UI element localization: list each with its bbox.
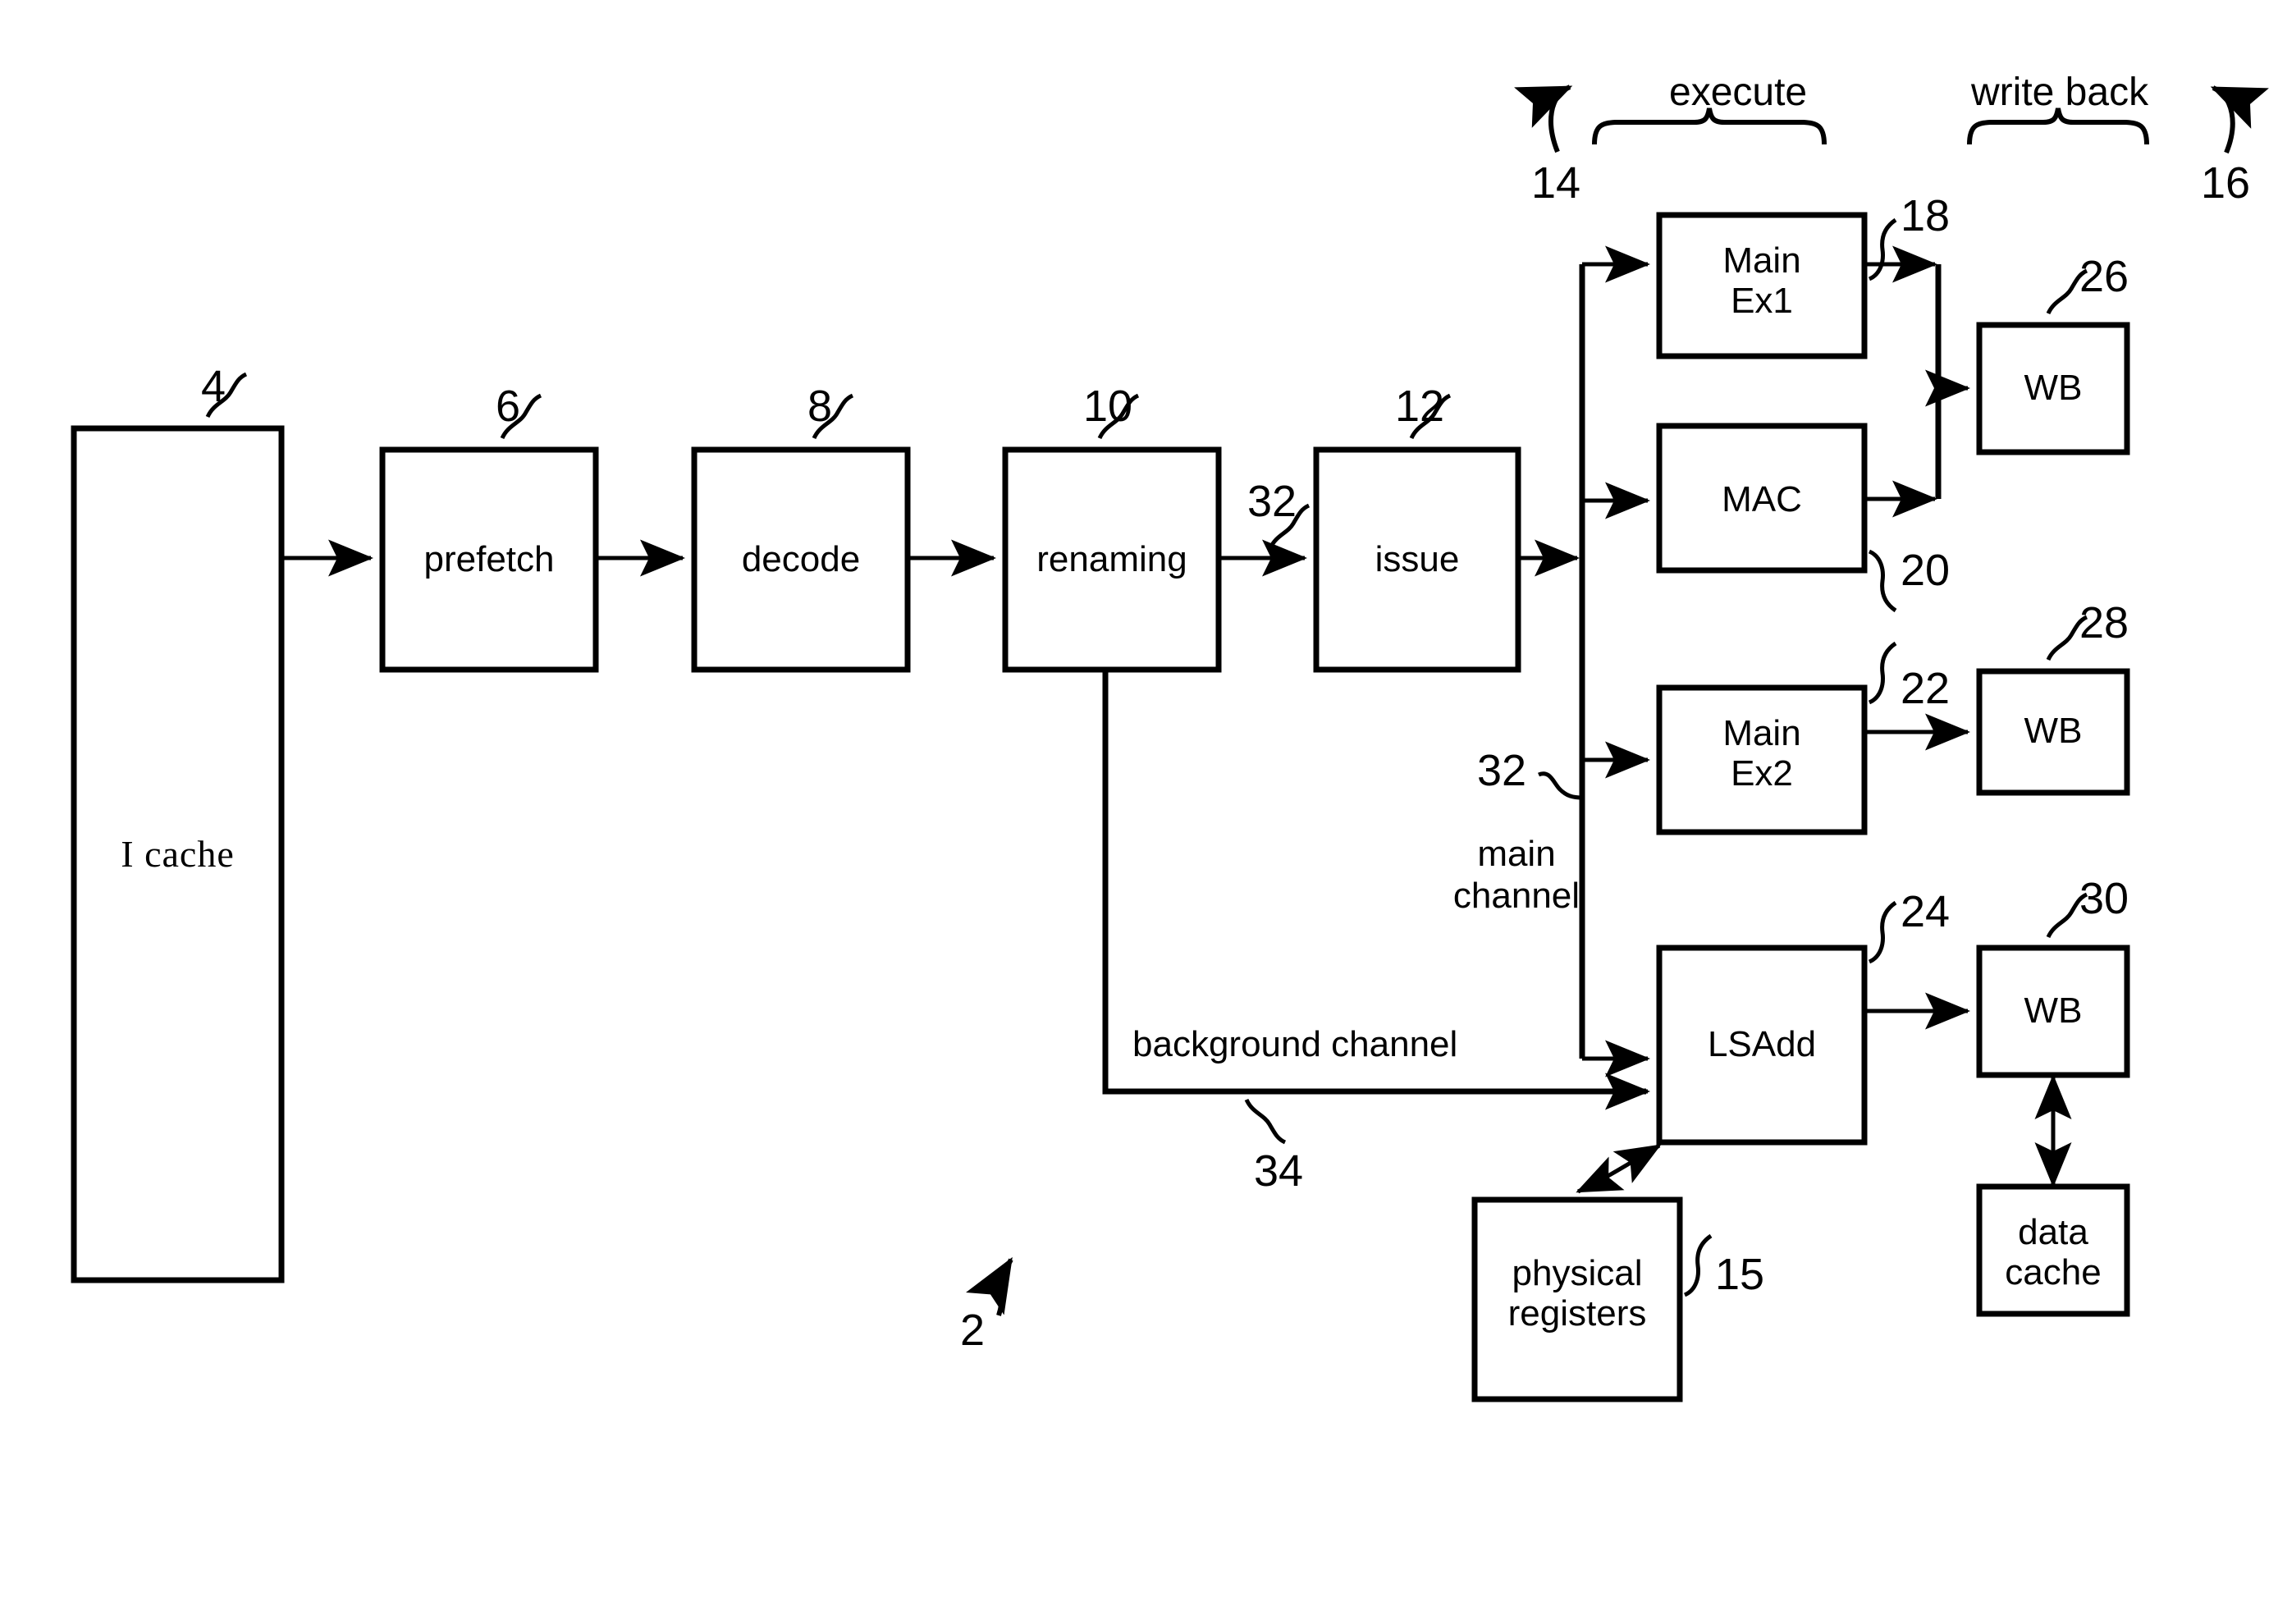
ref-numeral-32-main: 32 [1477, 746, 1527, 795]
block-rect-prefetch [379, 446, 599, 673]
ref-numeral-14: 14 [1531, 158, 1581, 208]
block-rect-icache [71, 425, 285, 1283]
leader-34 [1244, 1098, 1287, 1145]
stage-label-execute: execute [1669, 71, 1808, 114]
ref-numeral-8: 8 [807, 382, 833, 431]
channel-label-background: background channel [1132, 1024, 1458, 1064]
leader-24 [1868, 900, 1897, 964]
ref-numeral-30: 30 [2079, 874, 2129, 923]
figure-ref-arrow [966, 1256, 1013, 1316]
block-rect-wb1 [1976, 322, 2130, 455]
channel-label-main: main channel [1452, 834, 1580, 916]
block-rect-mainex2 [1656, 684, 1868, 835]
leader-22 [1868, 641, 1897, 705]
ref-numeral-18: 18 [1901, 191, 1951, 240]
figure-canvas: I cache prefetch decode renaming issue M… [0, 0, 2278, 1624]
ref-numeral-34: 34 [1254, 1146, 1304, 1196]
ref-numeral-4: 4 [201, 362, 226, 411]
leader-18 [1868, 217, 1897, 281]
block-rect-physregs [1471, 1196, 1683, 1402]
block-rect-issue [1313, 446, 1521, 673]
ref-numeral-20: 20 [1901, 546, 1951, 595]
block-rect-datacache [1976, 1183, 2130, 1317]
block-rect-mainex1 [1656, 212, 1868, 359]
ref-numeral-10: 10 [1083, 382, 1133, 431]
block-rect-wb3 [1976, 945, 2130, 1078]
block-rect-lsadd [1656, 945, 1868, 1146]
block-rect-renaming [1002, 446, 1222, 673]
leader-15 [1683, 1233, 1713, 1297]
ref-numeral-22: 22 [1901, 664, 1951, 713]
ref-numeral-32-issue: 32 [1247, 477, 1297, 526]
block-rect-mac [1656, 423, 1868, 574]
stage-label-write-back: write back [1971, 71, 2149, 114]
block-rect-wb2 [1976, 668, 2130, 796]
ref-numeral-6: 6 [496, 382, 521, 431]
ref-numeral-16: 16 [2201, 158, 2251, 208]
ref-numeral-24: 24 [1901, 887, 1951, 936]
execute-leader-arrow [1514, 85, 1573, 153]
writeback-leader-arrow [2210, 85, 2269, 154]
block-rect-decode [691, 446, 911, 673]
connector-physregs-lsadd [1576, 1143, 1662, 1194]
ref-numeral-15: 15 [1715, 1250, 1765, 1299]
leader-32-main [1538, 771, 1583, 800]
ref-numeral-12: 12 [1395, 382, 1445, 431]
ref-numeral-26: 26 [2079, 252, 2129, 301]
leader-20 [1868, 549, 1897, 613]
ref-numeral-28: 28 [2079, 598, 2129, 647]
diagram-svg [71, 85, 2269, 1402]
figure-reference-numeral: 2 [960, 1306, 986, 1355]
